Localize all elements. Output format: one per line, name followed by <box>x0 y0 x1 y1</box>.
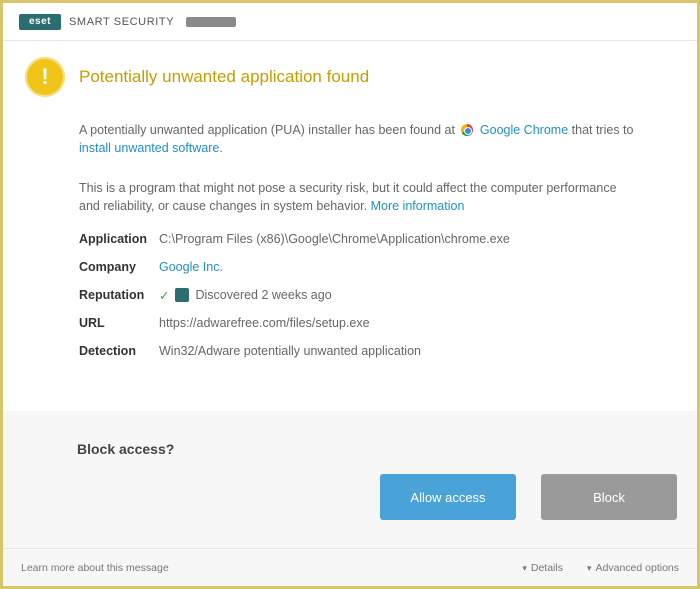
advanced-options-label: Advanced options <box>595 561 679 574</box>
company-link[interactable]: Google Inc. <box>159 260 223 274</box>
advanced-options-toggle[interactable]: ▾ Advanced options <box>587 562 679 574</box>
description-text-continued: that tries to <box>571 123 634 137</box>
dialog-content: ! Potentially unwanted application found… <box>3 41 697 411</box>
chrome-icon <box>461 124 474 136</box>
reputation-check-icon: ✓ <box>159 288 170 303</box>
detail-row-company: Company Google Inc. <box>3 253 697 281</box>
details-list: Application C:\Program Files (x86)\Googl… <box>3 225 697 365</box>
action-area: Block access? Allow access Block <box>3 411 697 554</box>
detail-key: Application <box>79 232 148 246</box>
detail-key: Detection <box>79 344 136 358</box>
detail-row-url: URL https://adwarefree.com/files/setup.e… <box>3 309 697 337</box>
description-end: . <box>219 141 223 155</box>
detail-row-application: Application C:\Program Files (x86)\Googl… <box>3 225 697 253</box>
details-label: Details <box>530 561 563 574</box>
dialog-title: Potentially unwanted application found <box>79 67 370 86</box>
detail-row-reputation: Reputation ✓ Discovered 2 weeks ago <box>3 281 697 309</box>
detail-value: Win32/Adware potentially unwanted applic… <box>159 344 421 358</box>
detail-value: C:\Program Files (x86)\Google\Chrome\App… <box>159 232 510 246</box>
block-button[interactable]: Block <box>541 474 677 520</box>
detail-value: https://adwarefree.com/files/setup.exe <box>159 316 370 330</box>
title-bar: eset SMART SECURITY <box>3 3 697 41</box>
unwanted-software-link[interactable]: install unwanted software <box>79 141 219 155</box>
app-link[interactable]: Google Chrome <box>480 123 568 137</box>
status-actions: ▾ Details ▾ Advanced options <box>522 562 679 574</box>
allow-access-button[interactable]: Allow access <box>380 474 516 520</box>
description-paragraph: A potentially unwanted application (PUA)… <box>3 121 697 157</box>
detail-key: Reputation <box>79 288 145 302</box>
more-information-link[interactable]: More information <box>371 199 465 213</box>
eset-logo: eset <box>19 13 61 30</box>
chevron-down-icon: ▾ <box>522 562 527 573</box>
alert-window: eset SMART SECURITY ! Potentially unwant… <box>0 0 700 589</box>
dialog-header: ! Potentially unwanted application found <box>3 41 697 97</box>
chevron-down-icon: ▾ <box>586 562 592 573</box>
brand-badge <box>186 16 237 27</box>
info-paragraph: This is a program that might not pose a … <box>3 179 697 215</box>
status-bar: Learn more about this message ▾ Details ▾… <box>3 548 697 586</box>
detail-row-detection: Detection Win32/Adware potentially unwan… <box>3 337 697 365</box>
info-text: This is a program that might not pose a … <box>79 181 617 213</box>
brand-name: SMART SECURITY <box>69 15 175 28</box>
detail-key: Company <box>79 260 136 274</box>
details-toggle[interactable]: ▾ Details <box>522 562 563 574</box>
action-question: Block access? <box>77 441 175 457</box>
description-text: A potentially unwanted application (PUA)… <box>79 123 455 137</box>
reputation-icon <box>175 288 190 302</box>
detail-value: Discovered 2 weeks ago <box>195 288 332 302</box>
warning-icon: ! <box>25 57 65 97</box>
detail-key: URL <box>79 316 105 330</box>
learn-more-link[interactable]: Learn more about this message <box>21 562 522 574</box>
